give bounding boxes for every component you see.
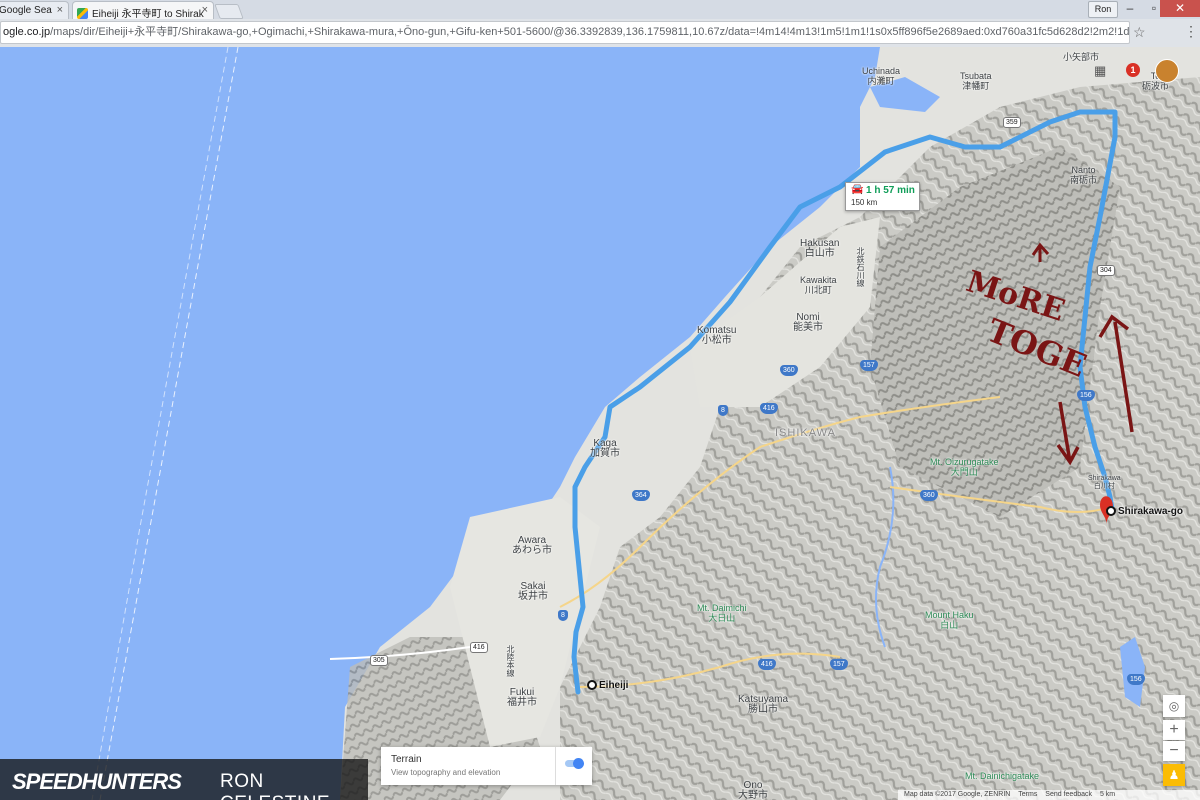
pegman-icon[interactable]: ♟: [1163, 764, 1185, 786]
origin-label: Eiheiji: [599, 680, 629, 691]
origin-dot-icon: [587, 680, 597, 690]
terrain-toggle[interactable]: [565, 758, 584, 769]
ferry-route: [91, 47, 229, 800]
map-attribution: Map data ©2017 Google, ZENRIN: [904, 791, 1011, 798]
close-window-button[interactable]: ✕: [1160, 0, 1200, 17]
place-label[interactable]: Nanto 南砺市: [1070, 165, 1097, 185]
route-shield: 416: [760, 403, 778, 414]
route-shield: 8: [718, 405, 728, 416]
peak-label[interactable]: Mt. Oizurugatake 大門山: [930, 457, 999, 477]
rail-label: 北鉄石川線: [856, 247, 865, 287]
place-label[interactable]: Fukui 福井市: [507, 688, 537, 708]
place-label[interactable]: Katsuyama 勝山市: [738, 695, 788, 715]
zoom-in-button[interactable]: +: [1163, 720, 1185, 740]
tab-google-search[interactable]: Google Sea ×: [0, 1, 69, 19]
place-label[interactable]: Nomi 能美市: [793, 313, 823, 333]
place-label[interactable]: Ono 大野市: [738, 781, 768, 800]
apps-grid-icon[interactable]: ▦: [1094, 63, 1106, 79]
send-feedback-link[interactable]: Send feedback: [1045, 791, 1092, 798]
bookmark-star-icon[interactable]: ☆: [1133, 24, 1146, 41]
divider: [555, 747, 556, 785]
place-label[interactable]: Uchinada 内灘町: [862, 66, 900, 86]
route-info-box[interactable]: 🚘 1 h 57 min 150 km: [845, 182, 920, 211]
new-tab-button[interactable]: [214, 4, 244, 19]
peak-label[interactable]: Mount Haku 白山: [925, 610, 974, 630]
route-shield: 416: [758, 659, 776, 670]
tab-close-icon[interactable]: ×: [57, 4, 63, 16]
route-shield: 304: [1097, 265, 1115, 276]
route-shield: 360: [920, 490, 938, 501]
url-host: ogle.co.jp: [3, 26, 51, 38]
peak-label[interactable]: Mt. Daimichi 大日山: [697, 603, 747, 623]
map-canvas[interactable]: Uchinada 内灘町 Tsubata 津幡町 小矢部市 To 砺波市 Nan…: [0, 47, 1200, 800]
tab-maps[interactable]: Eiheiji 永平寺町 to Shirak ×: [72, 1, 214, 19]
terrain-layer-card[interactable]: Terrain View topography and elevation: [381, 747, 592, 785]
browser-menu-icon[interactable]: ⋮: [1184, 23, 1198, 40]
route-shield: 360: [780, 365, 798, 376]
route-shield: 305: [370, 655, 388, 666]
tab-close-icon[interactable]: ×: [202, 4, 208, 16]
browser-chrome: Google Sea × Eiheiji 永平寺町 to Shirak × Ro…: [0, 0, 1200, 48]
destination-dot-icon: [1106, 506, 1116, 516]
car-icon: 🚘: [851, 184, 864, 195]
route-shield: 416: [470, 642, 488, 653]
route-shield: 156: [1127, 674, 1145, 685]
zoom-out-button[interactable]: −: [1163, 741, 1185, 761]
region-label: ISHIKAWA: [775, 427, 836, 439]
place-label[interactable]: Sakai 坂井市: [518, 582, 548, 602]
place-label[interactable]: Shirakawa 白川村: [1088, 475, 1121, 491]
place-label[interactable]: Tsubata 津幡町: [960, 71, 992, 91]
watermark-brand: SPEEDHUNTERS: [12, 769, 182, 794]
place-label[interactable]: 小矢部市: [1063, 52, 1099, 62]
destination-marker[interactable]: Shirakawa-go: [1106, 506, 1183, 517]
watermark-banner: SPEEDHUNTERS RON CELESTINE: [0, 759, 368, 800]
route-shield: 157: [860, 360, 878, 371]
route-shield: 8: [558, 610, 568, 621]
url-path: /maps/dir/Eiheiji+永平寺町/Shirakawa-go,+Ogi…: [50, 26, 1130, 38]
place-label[interactable]: Kawakita 川北町: [800, 275, 837, 295]
maps-favicon-icon: [77, 8, 88, 19]
place-label[interactable]: Hakusan 白山市: [800, 239, 839, 259]
tab-title: Google Sea: [0, 5, 52, 16]
peak-label[interactable]: Mt. Dainichigatake: [965, 771, 1039, 781]
watermark-author: RON CELESTINE: [220, 771, 330, 800]
origin-marker[interactable]: Eiheiji: [587, 680, 628, 691]
route-distance: 150 km: [851, 198, 878, 207]
map-scale[interactable]: 5 km: [1100, 791, 1115, 798]
route-shield: 157: [830, 659, 848, 670]
minimize-button[interactable]: –: [1118, 0, 1142, 17]
destination-label: Shirakawa-go: [1118, 506, 1184, 517]
tab-strip: Google Sea × Eiheiji 永平寺町 to Shirak × Ro…: [0, 0, 1200, 19]
route-shield: 156: [1077, 390, 1095, 401]
map-footer: Map data ©2017 Google, ZENRIN Terms Send…: [898, 790, 1200, 800]
toggle-knob: [573, 758, 584, 769]
place-label[interactable]: Kaga 加賀市: [590, 439, 620, 459]
rail-label: 北陸本線: [506, 645, 515, 677]
route-duration: 1 h 57 min: [866, 185, 915, 196]
ferry-route: [99, 47, 239, 800]
tab-title: Eiheiji 永平寺町 to Shirak: [92, 9, 204, 19]
avatar[interactable]: [1155, 59, 1179, 83]
terrain-title: Terrain: [391, 754, 422, 765]
place-label[interactable]: Awara あわら市: [512, 536, 552, 556]
my-location-button[interactable]: ◎: [1163, 695, 1185, 717]
route-shield: 364: [632, 490, 650, 501]
profile-button[interactable]: Ron: [1088, 1, 1118, 18]
address-bar[interactable]: ogle.co.jp/maps/dir/Eiheiji+永平寺町/Shiraka…: [0, 21, 1130, 44]
notification-badge[interactable]: 1: [1126, 63, 1140, 77]
route-shield: 359: [1003, 117, 1021, 128]
place-label[interactable]: Komatsu 小松市: [697, 326, 736, 346]
terrain-subtitle: View topography and elevation: [391, 768, 501, 777]
terms-link[interactable]: Terms: [1018, 791, 1037, 798]
